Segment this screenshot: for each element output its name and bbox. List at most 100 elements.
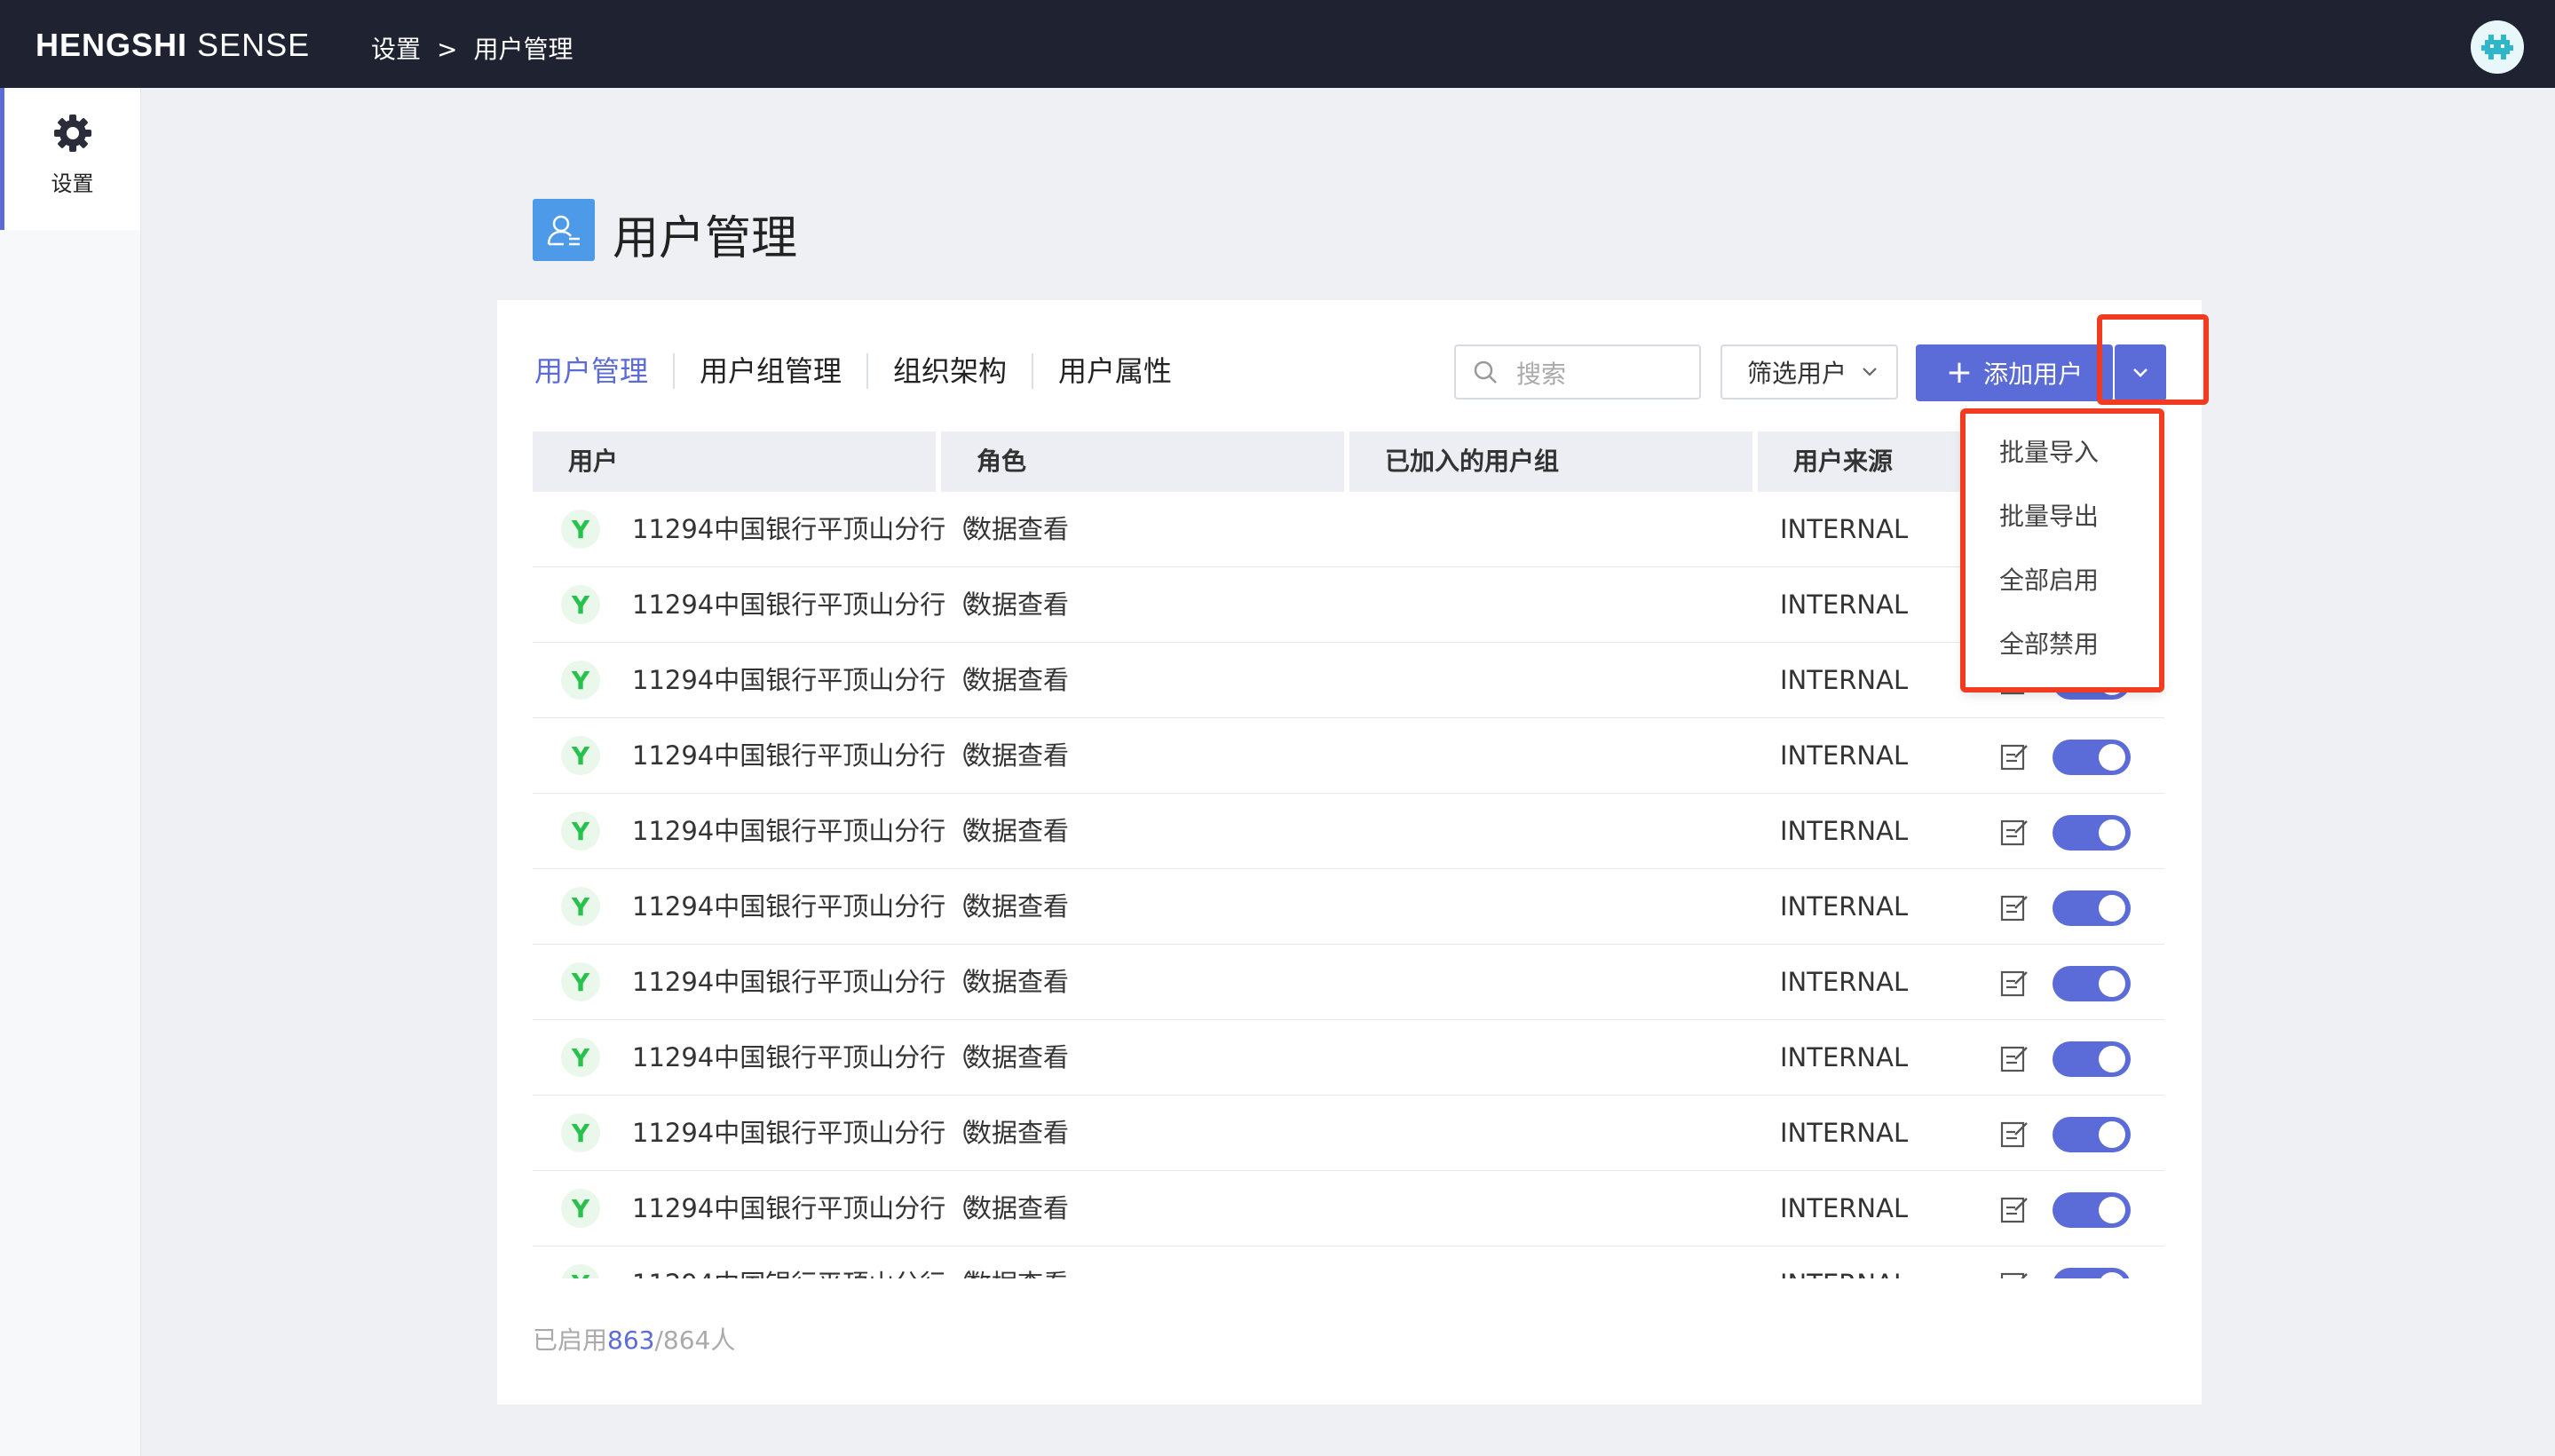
user-avatar-icon: Y: [561, 510, 600, 549]
table-row: Y11294中国银行平顶山分行（数据查看INTERNAL: [533, 567, 2164, 643]
cell-source: INTERNAL: [1780, 1118, 1909, 1148]
edit-icon[interactable]: [1999, 1119, 2029, 1149]
enable-toggle[interactable]: [2053, 740, 2131, 775]
user-manage-icon: [533, 199, 595, 261]
cell-role: 数据查看: [966, 665, 1070, 695]
cell-role: 数据查看: [966, 590, 1070, 620]
table-row: Y11294中国银行平顶山分行（数据查看INTERNAL: [533, 1246, 2164, 1278]
sidebar: 设置: [0, 88, 141, 1456]
table-row: Y11294中国银行平顶山分行（数据查看INTERNAL: [533, 1020, 2164, 1096]
enable-toggle[interactable]: [2053, 815, 2131, 851]
edit-icon[interactable]: [1999, 1270, 2029, 1278]
edit-icon[interactable]: [1999, 892, 2029, 922]
cell-source: INTERNAL: [1780, 590, 1909, 620]
toggle-knob: [2099, 744, 2125, 771]
tab-user-manage[interactable]: 用户管理: [534, 353, 673, 389]
toggle-knob: [2099, 1121, 2125, 1148]
toggle-knob: [2099, 1272, 2125, 1278]
table-row: Y11294中国银行平顶山分行（数据查看INTERNAL: [533, 643, 2164, 718]
breadcrumb-separator: >: [437, 35, 458, 64]
user-avatar-icon: Y: [561, 811, 600, 851]
cell-role: 数据查看: [966, 1246, 1069, 1278]
edit-icon[interactable]: [1999, 968, 2029, 998]
toggle-knob: [2099, 1046, 2125, 1072]
column-header-user: 用户: [533, 431, 936, 492]
cell-source: INTERNAL: [1780, 967, 1909, 997]
user-avatar-icon: Y: [561, 1189, 600, 1228]
cell-source: INTERNAL: [1780, 514, 1909, 544]
add-user-label: 添加用户: [1983, 360, 2084, 389]
edit-icon[interactable]: [1999, 817, 2029, 847]
user-avatar-icon: Y: [561, 661, 600, 700]
table-row: Y11294中国银行平顶山分行（数据查看INTERNAL: [533, 869, 2164, 945]
search-icon: [1474, 360, 1497, 384]
column-header-groups: 已加入的用户组: [1349, 431, 1752, 492]
enabled-count-prefix: 已启用: [533, 1325, 608, 1355]
filter-label: 筛选用户: [1747, 359, 1847, 388]
cell-source: INTERNAL: [1780, 816, 1909, 846]
search-box[interactable]: [1454, 344, 1701, 400]
user-avatar-icon: Y: [561, 585, 600, 624]
user-icon: [547, 215, 580, 246]
top-bar: HENGSHI SENSE 设置 > 用户管理: [0, 0, 2555, 88]
user-avatar-icon: Y: [561, 736, 600, 775]
cell-role: 数据查看: [966, 891, 1070, 922]
enabled-count-value: 863: [607, 1325, 655, 1355]
cell-source: INTERNAL: [1780, 1193, 1909, 1223]
breadcrumb-item-settings[interactable]: 设置: [371, 35, 421, 64]
cell-role: 数据查看: [966, 1042, 1070, 1072]
sidebar-item-settings[interactable]: 设置: [0, 88, 140, 230]
search-input[interactable]: [1515, 353, 1696, 394]
table-row: Y11294中国银行平顶山分行（数据查看INTERNAL: [533, 1096, 2164, 1171]
enable-toggle[interactable]: [2053, 890, 2131, 926]
user-avatar-icon: Y: [561, 887, 600, 926]
table-row: Y11294中国银行平顶山分行（数据查看INTERNAL: [533, 1171, 2164, 1246]
enable-toggle[interactable]: [2053, 1117, 2131, 1152]
highlight-box: [2097, 314, 2209, 405]
brand-logo[interactable]: HENGSHI SENSE: [36, 27, 310, 64]
cell-role: 数据查看: [966, 816, 1070, 846]
enable-toggle[interactable]: [2053, 1192, 2131, 1228]
tab-bar: 用户管理 用户组管理 组织架构 用户属性: [534, 353, 1197, 389]
cell-source: INTERNAL: [1780, 1042, 1909, 1072]
cell-source: INTERNAL: [1780, 1246, 1908, 1278]
brand-suffix: SENSE: [197, 27, 311, 63]
enable-toggle[interactable]: [2053, 1041, 2131, 1077]
breadcrumb-item-user-manage: 用户管理: [473, 35, 573, 64]
breadcrumb: 设置 > 用户管理: [371, 30, 573, 66]
toggle-knob: [2099, 970, 2125, 997]
filter-users-dropdown[interactable]: 筛选用户: [1720, 344, 1898, 400]
toggle-knob: [2099, 819, 2125, 846]
tab-org-structure[interactable]: 组织架构: [866, 353, 1032, 389]
gear-icon: [54, 115, 91, 152]
table-header: 用户 角色 已加入的用户组 用户来源: [533, 431, 2164, 492]
table-row: Y11294中国银行平顶山分行（数据查看INTERNAL: [533, 794, 2164, 869]
toggle-knob: [2099, 895, 2125, 922]
tab-user-group-manage[interactable]: 用户组管理: [673, 353, 866, 389]
column-header-role: 角色: [941, 431, 1344, 492]
add-user-button[interactable]: + 添加用户: [1916, 344, 2113, 401]
enabled-count-total: /864人: [654, 1325, 736, 1355]
brand-name: HENGSHI: [36, 27, 188, 63]
user-avatar[interactable]: [2471, 20, 2524, 74]
cell-source: INTERNAL: [1780, 665, 1909, 695]
highlight-box: [1960, 408, 2164, 692]
edit-icon[interactable]: [1999, 1194, 2029, 1224]
edit-icon[interactable]: [1999, 741, 2029, 772]
cell-role: 数据查看: [966, 1118, 1070, 1148]
edit-icon[interactable]: [1999, 1043, 2029, 1073]
table-row: Y11294中国银行平顶山分行（数据查看INTERNAL: [533, 945, 2164, 1020]
table-body: Y 11294中国银行平顶山分行（ 数据查看 INTERNAL Y 11294中国银行平顶…: [533, 492, 2164, 1278]
tab-user-attributes[interactable]: 用户属性: [1032, 353, 1197, 389]
sidebar-item-label: 设置: [51, 171, 94, 196]
enabled-count: 已启用863/864人: [533, 1321, 735, 1357]
enable-toggle[interactable]: [2053, 1268, 2131, 1278]
enable-toggle[interactable]: [2053, 966, 2131, 1001]
cell-role: 数据查看: [966, 1193, 1070, 1223]
table-row: Y11294中国银行平顶山分行（数据查看INTERNAL: [533, 718, 2164, 794]
cell-role: 数据查看: [966, 967, 1070, 997]
avatar-icon: [2481, 35, 2513, 59]
toggle-knob: [2099, 1197, 2125, 1223]
table-row: Y11294中国银行平顶山分行（数据查看INTERNAL: [533, 492, 2164, 567]
page-title: 用户管理: [613, 212, 798, 265]
